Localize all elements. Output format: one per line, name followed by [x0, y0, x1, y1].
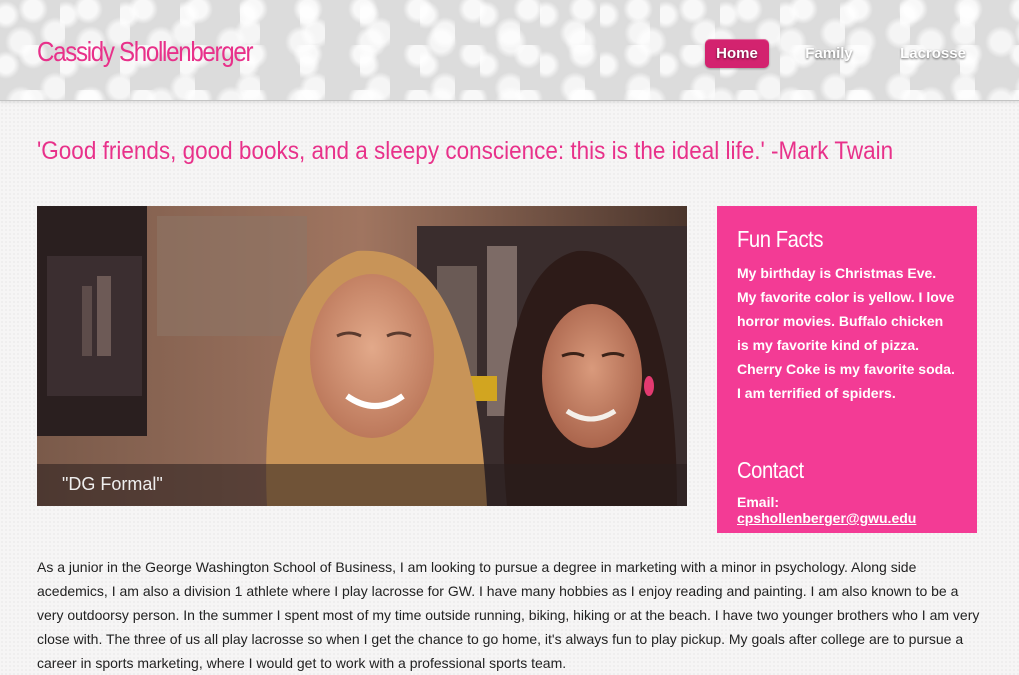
nav-home[interactable]: Home [705, 39, 769, 68]
photo-image [37, 206, 687, 506]
nav-family[interactable]: Family [795, 39, 863, 68]
nav-lacrosse[interactable]: Lacrosse [891, 39, 975, 68]
contact-email-line: Email: cpshollenberger@gwu.edu [737, 494, 957, 526]
bio-text: As a junior in the George Washington Sch… [37, 559, 980, 671]
page-quote: 'Good friends, good books, and a sleepy … [37, 137, 894, 165]
main-nav: Home Family Lacrosse [0, 39, 1019, 69]
email-label: Email: [737, 494, 780, 510]
sidebar: Fun Facts My birthday is Christmas Eve. … [717, 206, 977, 533]
contact-heading: Contact [737, 457, 804, 483]
featured-photo: "DG Formal" [37, 206, 687, 506]
caption-bar: "DG Formal" [37, 464, 687, 506]
email-link[interactable]: cpshollenberger@gwu.edu [737, 510, 916, 526]
site-header: Cassidy Shollenberger Home Family Lacros… [0, 0, 1019, 101]
fun-facts-text: My birthday is Christmas Eve. My favorit… [737, 265, 955, 401]
photo-caption: "DG Formal" [62, 474, 163, 494]
fun-facts-heading: Fun Facts [737, 226, 824, 252]
